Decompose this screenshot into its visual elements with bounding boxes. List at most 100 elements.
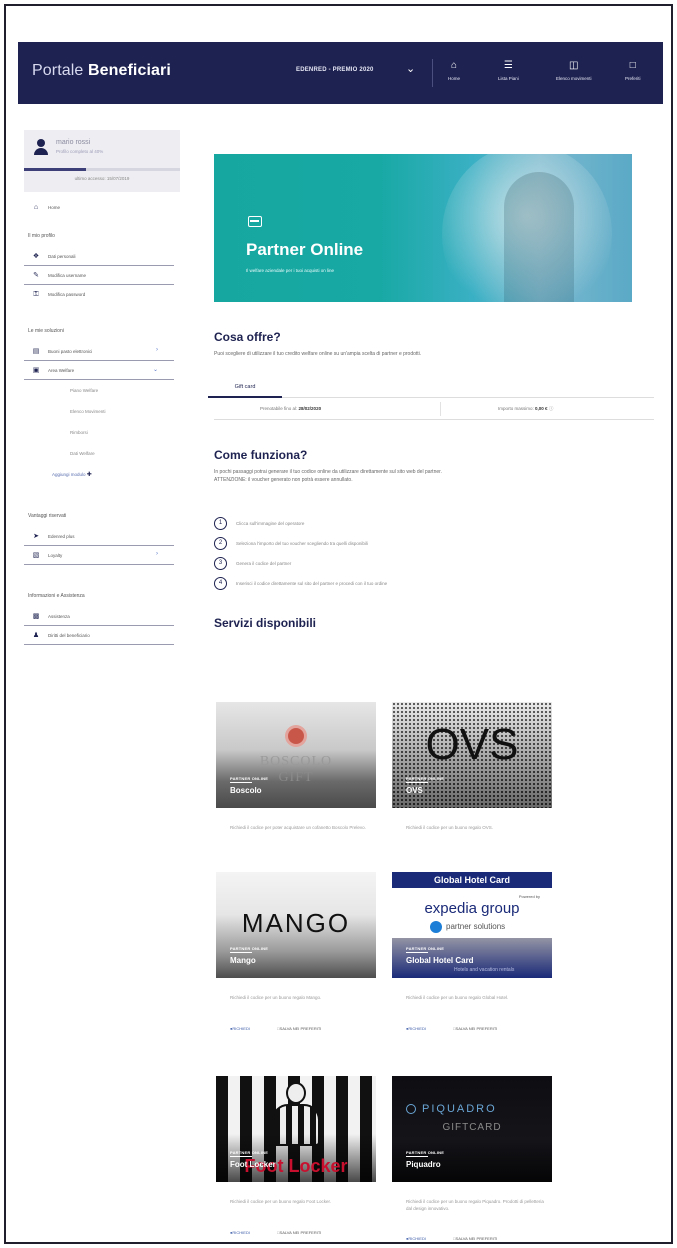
request-button[interactable]: RICHIEDI	[406, 1026, 426, 1031]
sidebar-item-label: Modifica password	[48, 292, 86, 297]
card-image[interactable]: PIQUADRO GIFTCARD PARTNER ONLINE Piquadr…	[392, 1076, 552, 1182]
tag-icon: ➤	[33, 533, 39, 540]
nav-preferiti[interactable]: □ Preferiti	[625, 60, 641, 81]
tab-gift-card[interactable]: Gift card	[208, 376, 282, 398]
chevron-right-icon[interactable]: ›	[156, 551, 158, 557]
save-favorite-button[interactable]: SALVA NEI PREFERITI	[277, 1230, 321, 1235]
card-description: Richiedi il codice per un buono regalo F…	[230, 1199, 332, 1204]
sidebar-item-label: Dati personali	[48, 253, 76, 259]
sidebar-item-assistenza[interactable]: ▩ Assistenza	[24, 607, 174, 626]
section-profile: Il mio profilo	[28, 233, 55, 239]
sidebar-item-buoni-pasto[interactable]: ▤ Buoni pasto elettronici ›	[24, 342, 174, 361]
save-favorite-button[interactable]: SALVA NEI PREFERITI	[277, 1026, 321, 1031]
card-image[interactable]: Global Hotel Card Powered by expedia gro…	[392, 872, 552, 978]
movements-icon: ◫	[569, 60, 579, 71]
request-button[interactable]: RICHIEDI	[406, 1236, 426, 1241]
avatar	[34, 139, 48, 155]
nav-home[interactable]: ⌂ Home	[448, 60, 460, 81]
card-name: OVS	[406, 786, 423, 795]
nav-elenco-movimenti[interactable]: ◫ Elenco movimenti	[556, 60, 592, 81]
gift-card-icon	[248, 216, 262, 227]
sidebar-item-modifica-username[interactable]: ✎ Modifica username	[24, 266, 174, 285]
service-card-mango[interactable]: MANGO PARTNER ONLINE Mango Richiedi il c…	[216, 872, 376, 1031]
sidebar-item-edenred-plus[interactable]: ➤ Edenred plus	[24, 527, 174, 546]
offer-title: Cosa offre?	[214, 330, 281, 344]
sidebar-sub-dati-welfare[interactable]: Dati Welfare	[24, 443, 192, 464]
card-description: Richiedi il codice per un buono regalo P…	[406, 1199, 544, 1211]
sidebar-item-diritti[interactable]: ♟ Diritti del beneficiario	[24, 626, 174, 645]
home-icon: ⌂	[33, 204, 39, 211]
chevron-down-icon[interactable]: ⌄	[153, 366, 158, 373]
card-tag: PARTNER ONLINE	[406, 776, 445, 781]
how-text-1: In pochi passaggi potrai generare il tuo…	[214, 469, 442, 475]
chat-icon: ▩	[32, 613, 40, 620]
sidebar-item-modifica-password[interactable]: ⚿ Modifica password	[24, 285, 192, 304]
sidebar-item-dati-personali[interactable]: ❖ Dati personali	[24, 247, 174, 266]
user-box: mario rossi Profilo completo al 40% ulti…	[24, 130, 180, 192]
request-button[interactable]: RICHIEDI	[230, 1230, 250, 1235]
piquadro-giftcard-text: GIFTCARD	[442, 1122, 502, 1133]
add-module-label: Aggiungi modulo	[52, 472, 86, 477]
portal-logo[interactable]: Portale Beneficiari	[32, 62, 171, 80]
tabs: Gift card	[208, 376, 654, 398]
program-selector[interactable]: EDENRED - PREMIO 2020	[296, 67, 374, 73]
nav-elenco-movimenti-label: Elenco movimenti	[556, 76, 592, 81]
card-image[interactable]: Foot Locker PARTNER ONLINE Foot Locker	[216, 1076, 376, 1182]
expedia-logo-text: expedia group	[424, 900, 520, 917]
steps-list: 1 Clicca sull'immagine del operatore 2 Sel…	[214, 514, 654, 594]
card-image[interactable]: OVS PARTNER ONLINE OVS	[392, 702, 552, 808]
sidebar-item-area-welfare[interactable]: ▣ Area Welfare ⌄	[24, 361, 174, 380]
service-card-foot-locker[interactable]: Foot Locker PARTNER ONLINE Foot Locker R…	[216, 1076, 376, 1235]
sidebar-item-label: Assistenza	[48, 613, 70, 619]
chevron-right-icon[interactable]: ›	[156, 347, 158, 353]
card-actions: RICHIEDI SALVA NEI PREFERITI	[230, 1026, 321, 1031]
save-favorite-button[interactable]: SALVA NEI PREFERITI	[453, 1236, 497, 1241]
service-card-boscolo[interactable]: BOSCOLO GIFT PARTNER ONLINE Boscolo Rich…	[216, 702, 376, 830]
booking-deadline: Prenotabile fino al: 28/02/2020	[260, 406, 322, 411]
sidebar-item-loyalty[interactable]: ▧ Loyalty ›	[24, 546, 174, 565]
sidebar-sub-rimborsi[interactable]: Rimborsi	[24, 422, 192, 443]
sidebar: mario rossi Profilo completo al 40% ulti…	[24, 130, 192, 645]
sidebar-item-label: Edenred plus	[48, 533, 75, 539]
plus-icon: ✚	[86, 472, 92, 478]
service-card-global-hotel-card[interactable]: Global Hotel Card Powered by expedia gro…	[392, 872, 552, 1031]
person-icon: ♟	[32, 632, 40, 639]
info-icon: ⓘ	[548, 406, 554, 411]
ghc-logo-text: Global Hotel Card	[433, 875, 510, 885]
boscolo-logo-text: BOSCOLO	[259, 754, 333, 769]
main-content: Partner Online Il welfare aziendale per …	[208, 154, 654, 630]
service-card-piquadro[interactable]: PIQUADRO GIFTCARD PARTNER ONLINE Piquadr…	[392, 1076, 552, 1241]
profile-progress-bar	[24, 168, 180, 171]
ovs-logo-text: OVS	[425, 720, 519, 769]
save-favorite-button[interactable]: SALVA NEI PREFERITI	[453, 1026, 497, 1031]
card-image[interactable]: BOSCOLO GIFT PARTNER ONLINE Boscolo	[216, 702, 376, 808]
section-solutions: Le mie soluzioni	[28, 328, 64, 334]
calendar-icon: ▤	[32, 348, 40, 355]
service-card-ovs[interactable]: OVS PARTNER ONLINE OVS Richiedi il codic…	[392, 702, 552, 830]
request-button[interactable]: RICHIEDI	[230, 1026, 250, 1031]
home-icon: ⌂	[450, 60, 458, 71]
max-amount: Importo massimo: 0,00 € ⓘ	[498, 406, 554, 411]
card-image[interactable]: MANGO PARTNER ONLINE Mango	[216, 872, 376, 978]
nav-lista-piani[interactable]: ☰ Lista Piani	[498, 60, 519, 81]
add-module-link[interactable]: Aggiungi modulo ✚	[24, 464, 192, 485]
card-name: Mango	[230, 956, 256, 965]
expedia-mark-icon	[430, 921, 442, 933]
step-item: 2 Seleziona l'importo del tuo voucher sce…	[214, 534, 654, 554]
sidebar-item-label: Buoni pasto elettronici	[48, 348, 93, 354]
chevron-down-icon[interactable]: ⌄	[406, 62, 415, 75]
sidebar-sub-piano-welfare[interactable]: Piano Welfare	[24, 380, 192, 401]
brand-light: Portale	[32, 62, 88, 79]
nav-lista-piani-label: Lista Piani	[498, 76, 519, 81]
services-title: Servizi disponibili	[214, 616, 317, 630]
ghc-powered-by: Powered by	[518, 894, 540, 899]
card-tag: PARTNER ONLINE	[230, 776, 269, 781]
banner-title: Partner Online	[246, 240, 364, 259]
sidebar-item-home[interactable]: ⌂ Home	[24, 198, 192, 217]
card-name: Foot Locker	[230, 1160, 276, 1169]
card-tag: PARTNER ONLINE	[406, 946, 445, 951]
how-text-2: ATTENZIONE: il voucher generato non potr…	[214, 477, 353, 483]
nav-home-label: Home	[448, 76, 461, 81]
sidebar-sub-elenco-movimenti[interactable]: Elenco Movimenti	[24, 401, 192, 422]
card-name: Piquadro	[406, 1160, 441, 1169]
